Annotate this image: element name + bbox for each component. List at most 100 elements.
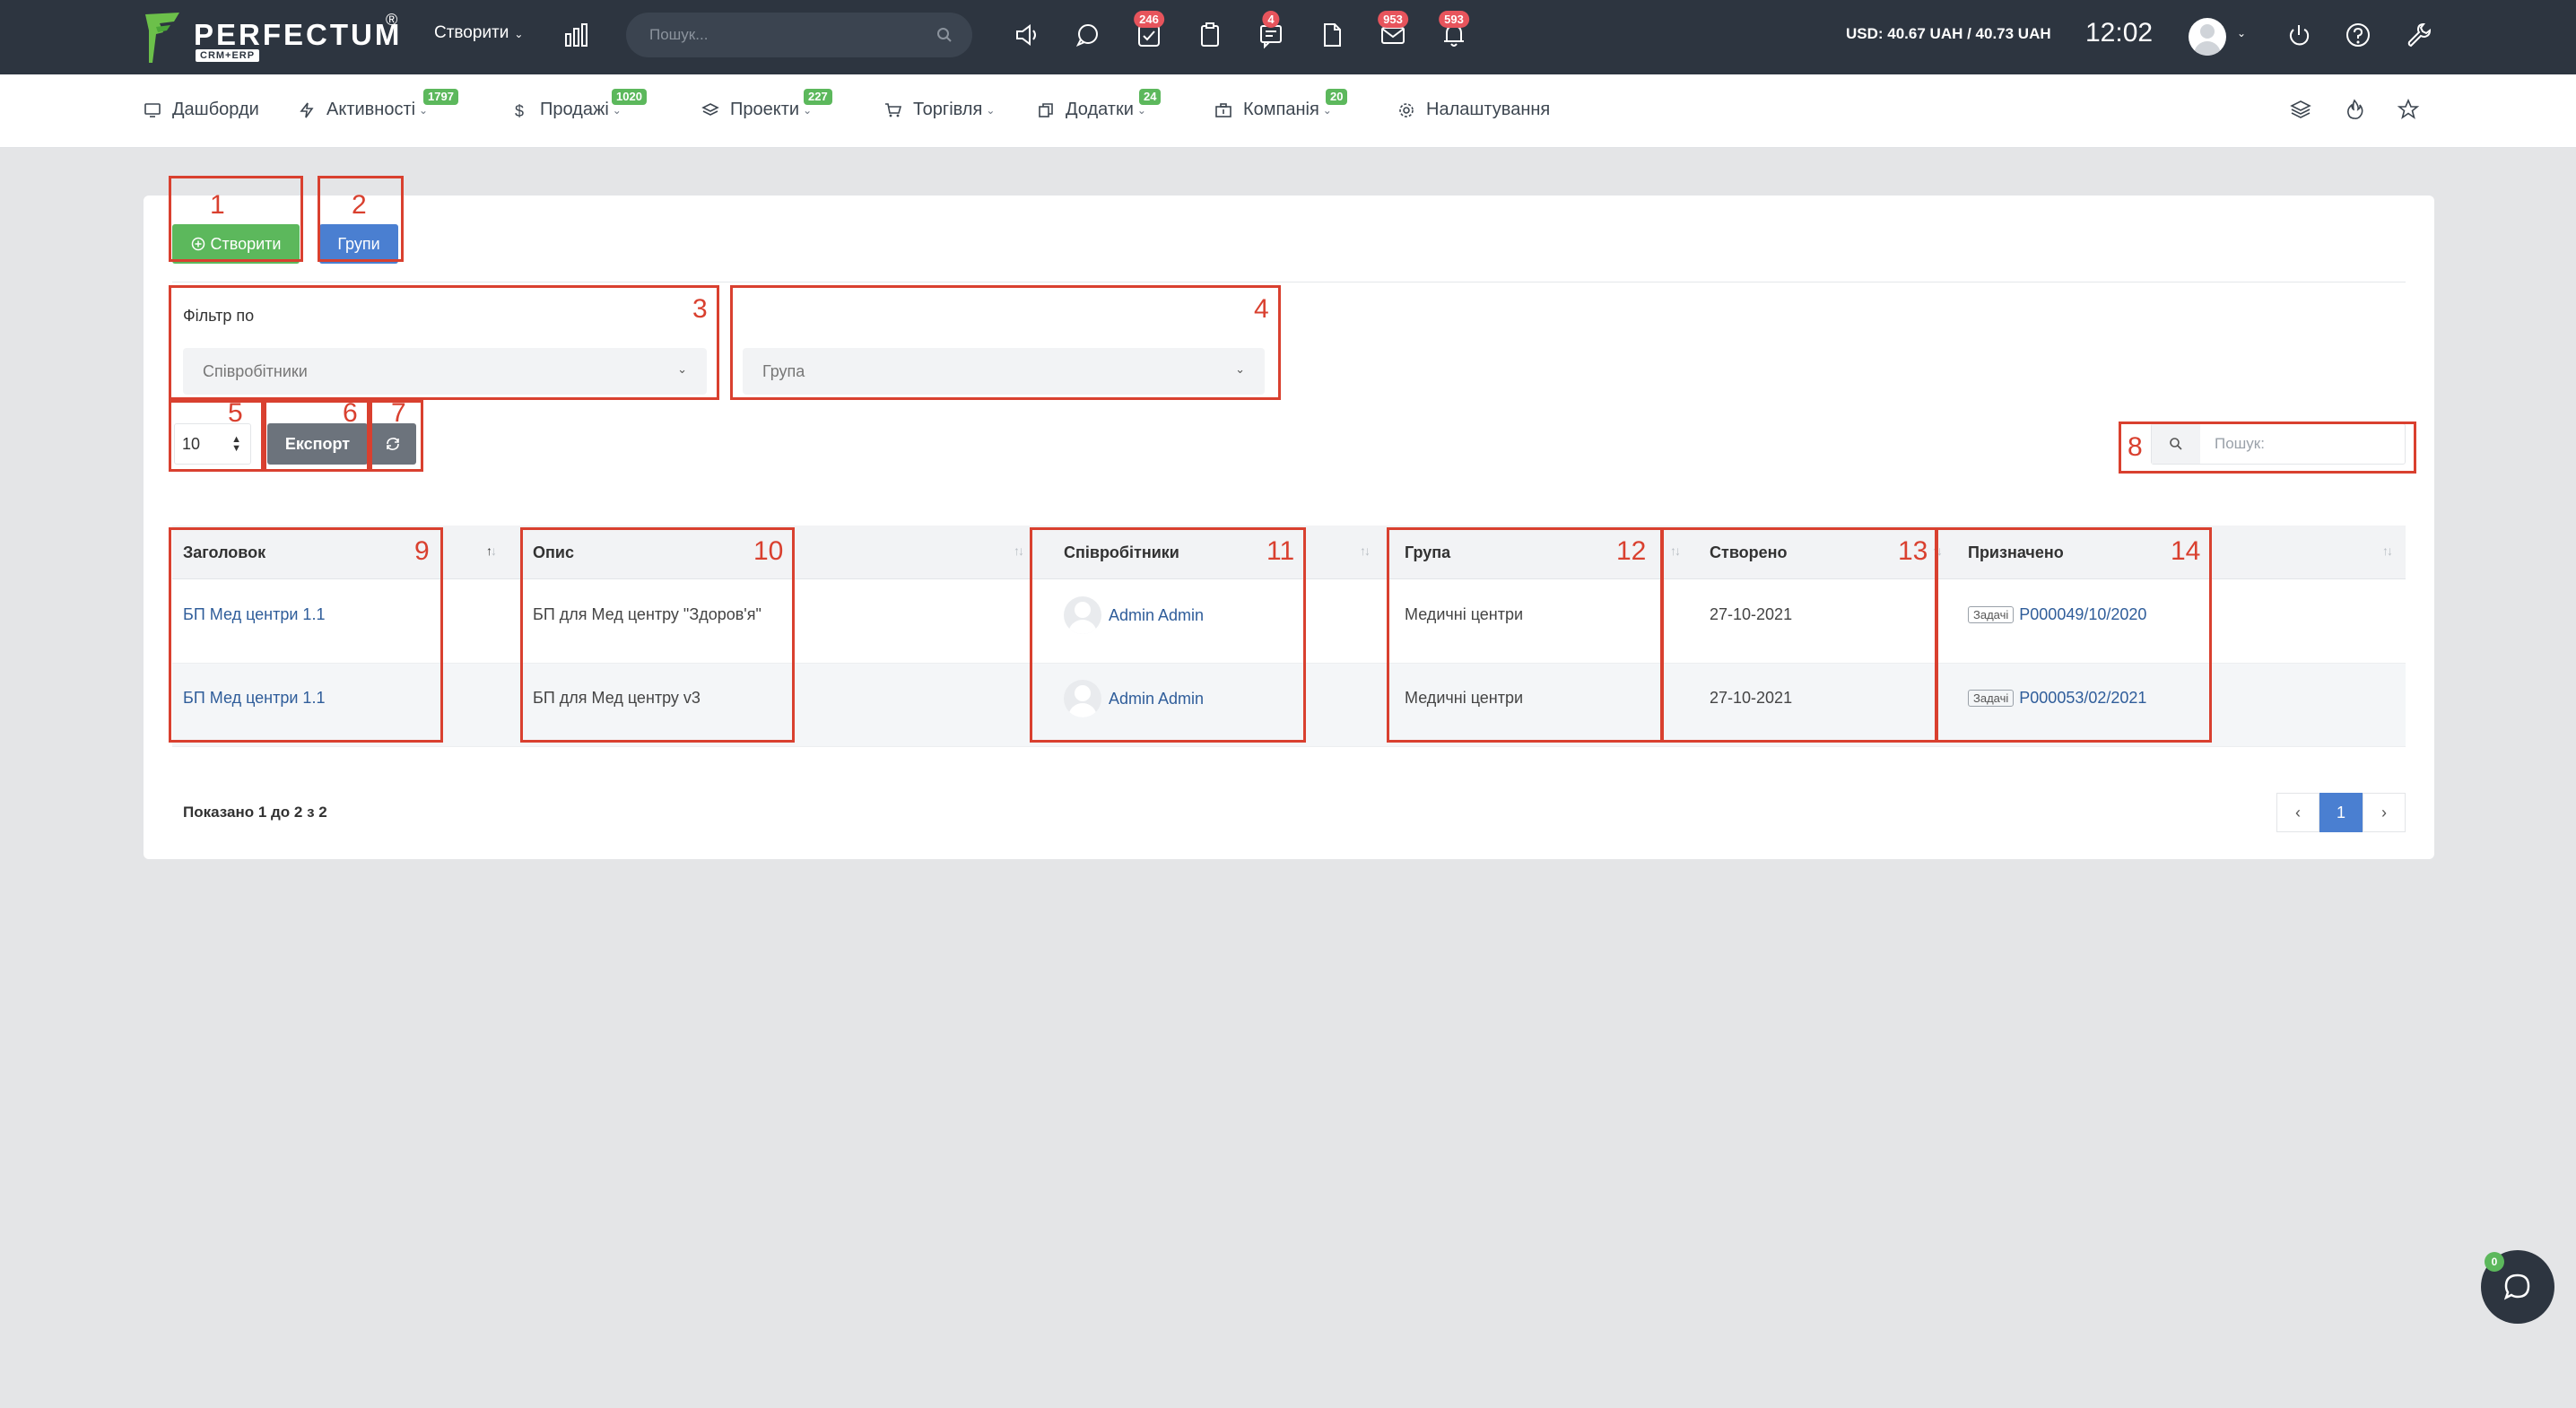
- projects-badge: 227: [804, 89, 832, 105]
- annotation-number: 12: [1616, 536, 1647, 566]
- logo-leaf-icon: [145, 13, 179, 63]
- nav-item-sales[interactable]: $ Продажі ⌄ 1020: [511, 89, 647, 120]
- mail-badge: 953: [1378, 11, 1408, 28]
- alerts-badge: 593: [1439, 11, 1469, 28]
- nav-label: Дашборди: [172, 100, 259, 119]
- copy-icon: [1039, 102, 1053, 117]
- sort-icon[interactable]: ↑↓: [486, 543, 497, 558]
- sort-icon[interactable]: ↑↓: [2382, 543, 2393, 558]
- wrench-icon[interactable]: [2404, 20, 2434, 50]
- annotation-number: 6: [343, 398, 358, 428]
- chat-badge: 0: [2485, 1252, 2504, 1272]
- monitor-icon: [144, 102, 161, 117]
- svg-text:$: $: [515, 102, 524, 119]
- annotation-number: 3: [692, 294, 708, 324]
- annotation-box: [169, 527, 443, 743]
- tasks-icon[interactable]: 246: [1134, 11, 1164, 50]
- annotation-number: 5: [228, 398, 243, 428]
- annotation-number: 2: [352, 190, 367, 220]
- nav-label: Налаштування: [1426, 100, 1551, 119]
- nav-label: Компанія: [1243, 100, 1319, 119]
- power-icon[interactable]: [2284, 20, 2314, 50]
- logo[interactable]: PERFECTUM ® CRM+ERP: [144, 11, 413, 65]
- annotation-box: [1030, 527, 1306, 743]
- nav-item-trade[interactable]: Торгівля ⌄: [884, 100, 995, 120]
- create-menu[interactable]: Створити ⌄: [434, 23, 523, 43]
- megaphone-icon[interactable]: [1012, 20, 1042, 50]
- company-badge: 20: [1326, 89, 1348, 105]
- logo-registered: ®: [386, 11, 398, 29]
- help-icon[interactable]: [2343, 20, 2373, 50]
- sort-icon[interactable]: ↑↓: [1360, 543, 1371, 558]
- clipboard-icon[interactable]: [1195, 20, 1225, 50]
- file-icon[interactable]: [1317, 20, 1347, 50]
- nav-label: Проекти: [730, 100, 800, 119]
- chat-bubble-icon: [2503, 1273, 2530, 1300]
- cart-icon: [885, 102, 902, 117]
- bell-icon[interactable]: 593: [1439, 11, 1469, 50]
- nav-label: Продажі: [540, 100, 609, 119]
- nav-item-dashboards[interactable]: Дашборди: [144, 100, 259, 120]
- pager-next[interactable]: ›: [2363, 793, 2406, 832]
- logo-subtitle: CRM+ERP: [196, 49, 260, 62]
- main-nav: Дашборди Активності ⌄ 1797 $ Продажі ⌄ 102…: [0, 74, 2576, 148]
- layers-icon[interactable]: [2289, 98, 2314, 123]
- top-bar: PERFECTUM ® CRM+ERP Створити ⌄ 246 4 953: [0, 0, 2576, 74]
- star-icon[interactable]: [2397, 98, 2422, 123]
- chevron-down-icon: ⌄: [986, 103, 996, 117]
- annotation-number: 13: [1898, 536, 1928, 566]
- activities-badge: 1797: [423, 89, 458, 105]
- pager-prev[interactable]: ‹: [2276, 793, 2319, 832]
- logo-text: PERFECTUM: [194, 18, 403, 51]
- chevron-down-icon: ⌄: [803, 103, 813, 117]
- addons-badge: 24: [1139, 89, 1162, 105]
- annotation-box: [169, 285, 719, 400]
- chevron-down-icon: ⌄: [612, 103, 622, 117]
- annotation-box: [169, 400, 264, 472]
- top-search[interactable]: [626, 13, 972, 57]
- create-menu-label: Створити: [434, 23, 509, 42]
- annotation-box: [730, 285, 1281, 400]
- search-icon: [937, 28, 952, 42]
- nav-item-activities[interactable]: Активності ⌄ 1797: [298, 89, 458, 120]
- chevron-down-icon[interactable]: ⌄: [2237, 27, 2246, 39]
- layers-icon: [701, 102, 719, 116]
- sort-icon[interactable]: ↑↓: [1014, 543, 1024, 558]
- annotation-number: 1: [210, 190, 225, 220]
- pagination: ‹ 1 ›: [2276, 793, 2406, 832]
- pager-page[interactable]: 1: [2319, 793, 2363, 832]
- chat-icon[interactable]: [1073, 20, 1103, 50]
- sales-badge: 1020: [612, 89, 647, 105]
- nav-label: Торгівля: [913, 100, 983, 119]
- currency-rate: USD: 40.67 UAH / 40.73 UAH: [1846, 25, 2051, 42]
- chevron-down-icon: ⌄: [419, 103, 429, 117]
- dollar-icon: $: [515, 102, 524, 119]
- bar-chart-icon[interactable]: [563, 22, 590, 48]
- chevron-down-icon: ⌄: [1322, 103, 1332, 117]
- nav-item-addons[interactable]: Додатки ⌄ 24: [1037, 89, 1162, 120]
- annotation-box: [1661, 527, 1937, 743]
- nav-label: Активності: [326, 100, 416, 119]
- annotation-number: 11: [1266, 536, 1295, 566]
- nav-item-projects[interactable]: Проекти ⌄ 227: [701, 89, 832, 120]
- clock: 12:02: [2085, 18, 2154, 48]
- annotation-box: [2119, 422, 2416, 474]
- mail-icon[interactable]: 953: [1378, 11, 1408, 50]
- user-avatar[interactable]: [2189, 18, 2226, 56]
- chevron-down-icon: ⌄: [1136, 103, 1146, 117]
- nav-label: Додатки: [1066, 100, 1134, 119]
- annotation-number: 9: [414, 536, 430, 566]
- annotation-box: [169, 176, 303, 262]
- bolt-icon: [300, 102, 314, 117]
- tasks-badge: 246: [1134, 11, 1164, 28]
- annotation-number: 8: [2128, 432, 2143, 462]
- top-search-input[interactable]: [649, 13, 918, 57]
- annotation-number: 10: [753, 536, 784, 566]
- fire-icon[interactable]: [2343, 98, 2368, 123]
- chevron-down-icon: ⌄: [514, 28, 524, 40]
- nav-item-company[interactable]: Компанія ⌄ 20: [1214, 89, 1348, 120]
- table-summary: Показано 1 до 2 з 2: [183, 804, 327, 821]
- nav-item-settings[interactable]: Налаштування: [1397, 100, 1550, 120]
- annotation-number: 14: [2171, 536, 2201, 566]
- notes-icon[interactable]: 4: [1256, 11, 1286, 50]
